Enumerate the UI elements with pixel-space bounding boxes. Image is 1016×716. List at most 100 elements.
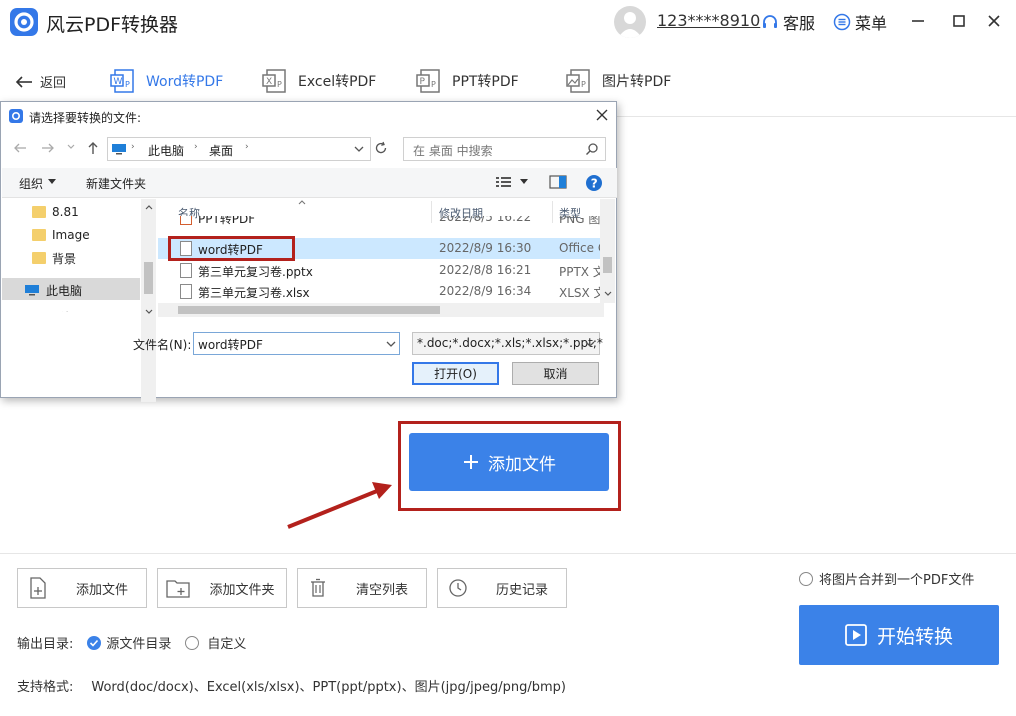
computer-icon (25, 285, 39, 296)
address-bar[interactable]: › 此电脑 › 桌面 › (107, 137, 371, 161)
cancel-button[interactable]: 取消 (512, 362, 599, 385)
nav-forward-icon[interactable] (41, 142, 55, 154)
breadcrumb-item-this-pc[interactable]: 此电脑 (148, 142, 184, 159)
folder-icon (32, 229, 46, 241)
organize-menu[interactable]: 组织 (19, 175, 43, 192)
formats-label: 支持格式: (17, 680, 74, 695)
hscroll-thumb[interactable] (178, 306, 440, 314)
dialog-search-box[interactable]: 在 桌面 中搜索 (403, 137, 606, 161)
file-name: 第三单元复习卷.xlsx (198, 286, 310, 300)
file-row[interactable]: 第三单元复习卷.xlsx 2022/8/9 16:34 XLSX 文 (158, 281, 604, 302)
clear-list-button[interactable]: 清空列表 (297, 568, 427, 608)
help-icon[interactable]: ? (585, 174, 603, 192)
breadcrumb-item-desktop[interactable]: 桌面 (209, 142, 233, 159)
scroll-up-icon[interactable] (145, 205, 153, 210)
nav-history-dropdown-icon[interactable] (67, 144, 75, 150)
search-placeholder: 在 桌面 中搜索 (413, 144, 493, 158)
dialog-title: 请选择要转换的文件: (29, 111, 142, 125)
output-source-radio[interactable] (87, 635, 102, 650)
annotation-arrow-lower (287, 489, 378, 529)
file-date: 2022/8/5 16:22 (439, 216, 532, 224)
filter-value: *.doc;*.docx;*.xls;*.xlsx;*.ppt;* (417, 336, 603, 350)
view-options-icon[interactable] (495, 175, 513, 189)
add-file-icon (18, 577, 58, 599)
start-convert-label: 开始转换 (876, 625, 953, 648)
folder-icon (32, 252, 46, 264)
formats-value: Word(doc/docx)、Excel(xls/xlsx)、PPT(ppt/p… (91, 680, 566, 695)
navigation-pane: 8.81 Image 背景 此电脑 网络 (2, 199, 157, 402)
folder-icon (32, 206, 46, 218)
file-row[interactable]: PPT转PDF 2022/8/5 16:22 PNG 图 (158, 216, 604, 228)
nav-item-label: 背景 (52, 251, 77, 266)
file-date: 2022/8/9 16:34 (439, 284, 532, 298)
nav-up-icon[interactable] (87, 141, 99, 155)
image-file-icon (180, 216, 192, 225)
filename-label: 文件名(N): (133, 338, 192, 352)
merge-label: 将图片合并到一个PDF文件 (819, 573, 975, 588)
scroll-down-icon[interactable] (604, 291, 612, 296)
file-row[interactable]: 第三单元复习卷.pptx 2022/8/8 16:21 PPTX 文 (158, 260, 604, 281)
merge-radio[interactable] (799, 571, 813, 586)
file-name: PPT转PDF (198, 216, 256, 226)
file-date: 2022/8/9 16:30 (439, 241, 532, 255)
history-button[interactable]: 历史记录 (437, 568, 567, 608)
add-folder-button[interactable]: 添加文件夹 (157, 568, 287, 608)
new-folder-button[interactable]: 新建文件夹 (86, 175, 146, 192)
open-button[interactable]: 打开(O) (412, 362, 499, 385)
organize-dropdown-icon[interactable] (48, 179, 56, 184)
file-type: Office C (559, 241, 604, 255)
add-file-label: 添加文件 (75, 582, 128, 598)
filename-value: word转PDF (198, 338, 263, 352)
dialog-close-icon[interactable] (595, 108, 609, 122)
file-type: PNG 图 (559, 216, 601, 226)
output-custom-label[interactable]: 自定义 (207, 633, 246, 652)
file-date: 2022/8/8 16:21 (439, 263, 532, 277)
clear-list-label: 清空列表 (355, 582, 408, 598)
play-icon (845, 624, 867, 646)
file-list-vscrollbar[interactable] (600, 199, 615, 303)
filename-input[interactable]: word转PDF (193, 332, 400, 355)
add-folder-icon (158, 578, 198, 598)
clock-icon (438, 578, 478, 598)
output-source-label[interactable]: 源文件目录 (106, 633, 171, 652)
file-name: 第三单元复习卷.pptx (198, 265, 313, 279)
nav-this-pc[interactable]: 此电脑 (24, 281, 82, 299)
output-directory-row: 输出目录: 源文件目录 自定义 (17, 633, 246, 652)
vscroll-thumb[interactable] (603, 257, 612, 273)
nav-item-label: 8.81 (52, 205, 79, 219)
file-list-hscrollbar[interactable] (158, 303, 604, 317)
nav-folder-background[interactable]: 背景 (32, 249, 76, 267)
nav-back-icon[interactable] (13, 142, 27, 154)
nav-folder-881[interactable]: 8.81 (32, 203, 79, 221)
nav-scrollbar[interactable] (141, 199, 156, 402)
breadcrumb-separator-icon: › (245, 142, 249, 152)
scroll-down-icon[interactable] (145, 309, 153, 314)
preview-pane-icon[interactable] (549, 175, 567, 189)
start-convert-button[interactable]: 开始转换 (799, 605, 999, 665)
output-label: 输出目录: (17, 637, 74, 652)
bottom-divider (0, 553, 1016, 554)
dialog-app-icon (9, 109, 23, 123)
refresh-icon[interactable] (374, 141, 388, 155)
history-label: 历史记录 (495, 582, 548, 598)
merge-images-option[interactable]: 将图片合并到一个PDF文件 (799, 569, 974, 588)
address-dropdown-icon[interactable] (354, 146, 364, 153)
filter-dropdown-icon[interactable] (585, 341, 595, 348)
file-open-dialog: 请选择要转换的文件: › 此电脑 › 桌面 › 在 桌面 中搜索 组织 新建文件… (0, 101, 617, 402)
pptx-file-icon (180, 263, 192, 278)
nav-item-label: 此电脑 (46, 283, 83, 298)
dialog-toolbar: 组织 新建文件夹 ? (2, 168, 617, 198)
nav-folder-image[interactable]: Image (32, 226, 90, 244)
view-dropdown-icon[interactable] (520, 179, 528, 184)
selected-file-highlight (168, 236, 295, 261)
filename-dropdown-icon[interactable] (386, 341, 396, 348)
nav-scroll-thumb[interactable] (144, 262, 153, 294)
add-file-button[interactable]: 添加文件 (17, 568, 147, 608)
add-folder-label: 添加文件夹 (209, 582, 275, 598)
sort-ascending-icon (298, 200, 306, 205)
nav-network[interactable]: 网络 (28, 308, 72, 313)
nav-item-label: Image (52, 228, 90, 242)
output-custom-radio[interactable] (185, 635, 200, 650)
trash-icon (298, 578, 338, 598)
file-type-filter[interactable]: *.doc;*.docx;*.xls;*.xlsx;*.ppt;* (412, 332, 603, 355)
